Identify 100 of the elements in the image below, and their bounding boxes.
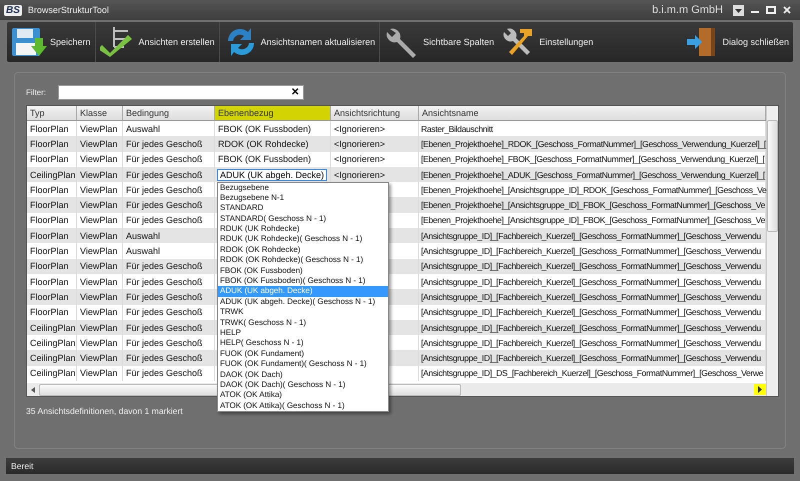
table-cell: CeilingPlan xyxy=(30,170,76,180)
table-cell: ViewPlan xyxy=(80,261,118,272)
table-row[interactable]: FloorPlan ViewPlan Für jedes Geschoß FBOK (OK Fussboden) <Ignorieren> [Ebenen_Projekthoehe]_FBOK_[Geschoss_FormatNummer]_[Geschoss_Verwendung_Kuerzel]_[ xyxy=(27,152,766,167)
maximize-icon[interactable] xyxy=(766,5,776,15)
table-cell: Für jedes Geschoß xyxy=(126,261,203,272)
table-cell: Für jedes Geschoß xyxy=(126,154,203,164)
dropdown-option[interactable]: TRWK( Geschoss N - 1) xyxy=(218,318,388,328)
table-cell: Für jedes Geschoß xyxy=(126,322,203,332)
table-cell: [Ansichtsgruppe_ID]_[Fachbereich_Kuerzel]_[Geschoss_FormatNummer]_[Geschoss_Verwendu xyxy=(421,322,761,332)
dropdown-icon[interactable] xyxy=(733,4,744,16)
table-cell: FloorPlan xyxy=(30,246,69,256)
scroll-left-icon xyxy=(29,386,37,394)
dropdown-option[interactable]: FUOK (OK Fundament) xyxy=(218,348,388,360)
table-cell: [Ansichtsgruppe_ID]_[Fachbereich_Kuerzel]_[Geschoss_FormatNummer]_[Geschoss_Verwendu xyxy=(421,246,761,256)
table-cell: [Ansichtsgruppe_ID]_[Fachbereich_Kuerzel]_[Geschoss_FormatNummer]_[Geschoss_Verwendu xyxy=(421,338,761,348)
toolbar-button[interactable]: Einstellungen xyxy=(498,22,598,62)
table-cell: [Ansichtsgruppe_ID]_[Fachbereich_Kuerzel]_[Geschoss_FormatNummer]_[Geschoss_Verwendu xyxy=(421,307,761,318)
table-cell: FloorPlan xyxy=(30,154,69,164)
table-cell: Für jedes Geschoß xyxy=(126,338,203,348)
table-cell: [Ebenen_Projekthoehe]_ADUK_[Geschoss_FormatNummer]_[Geschoss_Verwendung_Kuerzel]_[ xyxy=(421,170,765,180)
table-cell: FBOK (OK Fussboden) xyxy=(218,154,312,164)
table-cell: ViewPlan xyxy=(80,292,118,302)
table-cell: CeilingPlan xyxy=(30,322,76,332)
table-cell: Für jedes Geschoß xyxy=(126,184,203,195)
table-cell: Auswahl xyxy=(126,246,160,256)
table-cell: [Ebenen_Projekthoehe]_[Ansichtsgruppe_ID]_FBOK_[Geschoss_FormatNummer]_[Geschoss_Ve xyxy=(421,200,766,210)
table-cell: [Ebenen_Projekthoehe]_RDOK_[Geschoss_FormatNummer]_[Geschoss_Verwendung_Kuerzel]_[ xyxy=(421,138,766,149)
table-cell: ViewPlan xyxy=(80,246,118,256)
table-cell: [Ansichtsgruppe_ID]_[Fachbereich_Kuerzel]_[Geschoss_FormatNummer]_[Geschoss_Verwendu xyxy=(421,353,761,364)
column-header[interactable]: Klasse xyxy=(77,106,123,120)
dropdown-option[interactable]: STANDARD( Geschoss N - 1) xyxy=(218,214,388,224)
dropdown-option[interactable]: ADUK (UK abgeh. Decke)( Geschoss N - 1) xyxy=(218,296,388,308)
table-cell: Für jedes Geschoß xyxy=(126,138,203,149)
dropdown-option[interactable]: DAOK (OK Dach) xyxy=(218,370,388,380)
table-cell: ViewPlan xyxy=(80,170,118,180)
table-cell: CeilingPlan xyxy=(30,353,76,364)
table-cell: FloorPlan xyxy=(30,292,69,302)
dropdown-option[interactable]: ATOK (OK Attika) xyxy=(218,390,388,401)
column-header[interactable]: Typ xyxy=(27,106,77,120)
window-title: BrowserStrukturTool xyxy=(28,5,109,15)
table-cell: FBOK (OK Fussboden) xyxy=(218,124,312,134)
table-cell: [Ebenen_Projekthoehe]_FBOK_[Geschoss_FormatNummer]_[Geschoss_Verwendung_Kuerzel]_[ xyxy=(421,154,764,164)
table-cell: ViewPlan xyxy=(80,154,118,164)
table-cell: ViewPlan xyxy=(80,200,118,210)
table-cell: Auswahl xyxy=(126,124,160,134)
clear-button[interactable]: ✕ xyxy=(291,86,303,99)
table-cell: FloorPlan xyxy=(30,200,69,210)
table-cell: ViewPlan xyxy=(80,215,118,226)
table-cell: [Ansichtsgruppe_ID]_[Fachbereich_Kuerzel]_[Geschoss_FormatNummer]_[Geschoss_Verwendu xyxy=(421,230,761,241)
table-cell: Für jedes Geschoß xyxy=(126,170,203,180)
table-cell: RDOK (OK Rohdecke) xyxy=(218,138,309,149)
table-cell: CeilingPlan xyxy=(30,338,76,348)
dropdown-option[interactable]: HELP( Geschoss N - 1) xyxy=(218,338,388,349)
dropdown-option[interactable]: RDUK (UK Rohdecke)( Geschoss N - 1) xyxy=(218,234,388,245)
table-cell: ViewPlan xyxy=(80,138,118,149)
dropdown-option[interactable]: DAOK (OK Dach)( Geschoss N - 1) xyxy=(218,380,388,390)
table-cell: [Ansichtsgruppe_ID]_[Fachbereich_Kuerzel]_[Geschoss_FormatNummer]_[Geschoss_Verwendu xyxy=(421,261,761,272)
filter-field[interactable]: ✕ xyxy=(58,85,304,100)
table-cell: <Ignorieren> xyxy=(334,138,386,149)
table-cell: [Ebenen_Projekthoehe]_[Ansichtsgruppe_ID]_RDOK_[Geschoss_FormatNummer]_[Geschoss_Ve xyxy=(421,184,766,195)
table-cell: Für jedes Geschoß xyxy=(126,307,203,318)
dropdown-option[interactable]: FBOK (OK Fussboden)( Geschoss N - 1) xyxy=(218,276,388,286)
scroll-right-icon xyxy=(754,384,766,395)
table-cell: FloorPlan xyxy=(30,261,69,272)
dropdown-option[interactable]: ATOK (OK Attika)( Geschoss N - 1) xyxy=(218,400,388,412)
table-cell: [Ansichtsgruppe_ID]_[Fachbereich_Kuerzel]_[Geschoss_FormatNummer]_[Geschoss_Verwendu xyxy=(421,276,761,287)
table-cell: Raster_Bildauschnitt xyxy=(421,124,493,134)
table-cell: <Ignorieren> xyxy=(334,170,386,180)
toolbar-button[interactable]: Ansichtsnamen aktualisieren xyxy=(220,22,380,62)
toolbar-button[interactable]: Sichtbare Spalten xyxy=(380,22,498,62)
table-cell: [Ebenen_Projekthoehe]_[Ansichtsgruppe_ID]_FBOK_[Geschoss_FormatNummer]_[Geschoss_Ve xyxy=(421,215,766,226)
table-cell: ViewPlan xyxy=(80,368,118,378)
vertical-scrollbar[interactable] xyxy=(766,106,778,396)
dropdown-option[interactable]: STANDARD xyxy=(218,203,388,214)
toolbar-button[interactable]: Ansichten erstellen xyxy=(96,22,220,62)
company-name: b.i.m.m GmbH xyxy=(652,4,723,16)
dropdown-option[interactable]: TRWK xyxy=(218,307,388,318)
table-cell: ViewPlan xyxy=(80,184,118,195)
table-row[interactable]: FloorPlan ViewPlan Für jedes Geschoß RDOK (OK Rohdecke) <Ignorieren> [Ebenen_Projekthoehe]_RDOK_[Geschoss_FormatNummer]_[Geschoss_Verwendung_Kuerzel]_[ xyxy=(27,136,766,152)
dropdown-option[interactable]: RDOK (OK Rohdecke) xyxy=(218,244,388,256)
table-cell: Für jedes Geschoß xyxy=(126,353,203,364)
table-cell: FloorPlan xyxy=(30,215,69,226)
table-cell: Für jedes Geschoß xyxy=(126,200,203,210)
table-row[interactable]: FloorPlan ViewPlan Auswahl FBOK (OK Fussboden) <Ignorieren> Raster_Bildauschnitt xyxy=(27,121,766,136)
app-logo: BS xyxy=(4,4,22,16)
table-cell: ViewPlan xyxy=(80,276,118,287)
table-cell: Für jedes Geschoß xyxy=(126,368,203,378)
table-cell: ViewPlan xyxy=(80,353,118,364)
table-cell: [Ansichtsgruppe_ID]_DS_[Fachbereich_Kuerzel]_[Geschoss_FormatNummer]_[Geschoss_Verwe xyxy=(421,368,764,378)
table-cell: FloorPlan xyxy=(30,230,69,241)
column-header[interactable]: Ebenenbezug xyxy=(215,106,331,120)
dropdown-option[interactable]: FBOK (OK Fussboden) xyxy=(218,266,388,276)
table-cell: <Ignorieren> xyxy=(334,124,386,134)
dropdown-option[interactable]: Bezugsebene xyxy=(218,182,388,193)
toolbar-button[interactable]: Dialog schließen xyxy=(681,22,793,62)
toolbar-button[interactable]: Speichern xyxy=(7,22,96,62)
table-cell: [Ansichtsgruppe_ID]_[Fachbereich_Kuerzel]_[Geschoss_FormatNummer]_[Geschoss_Verwendu xyxy=(421,292,761,302)
table-cell: FloorPlan xyxy=(30,184,69,195)
close-icon[interactable] xyxy=(782,5,792,15)
column-header[interactable]: Ansichtsrichtung xyxy=(331,106,419,120)
